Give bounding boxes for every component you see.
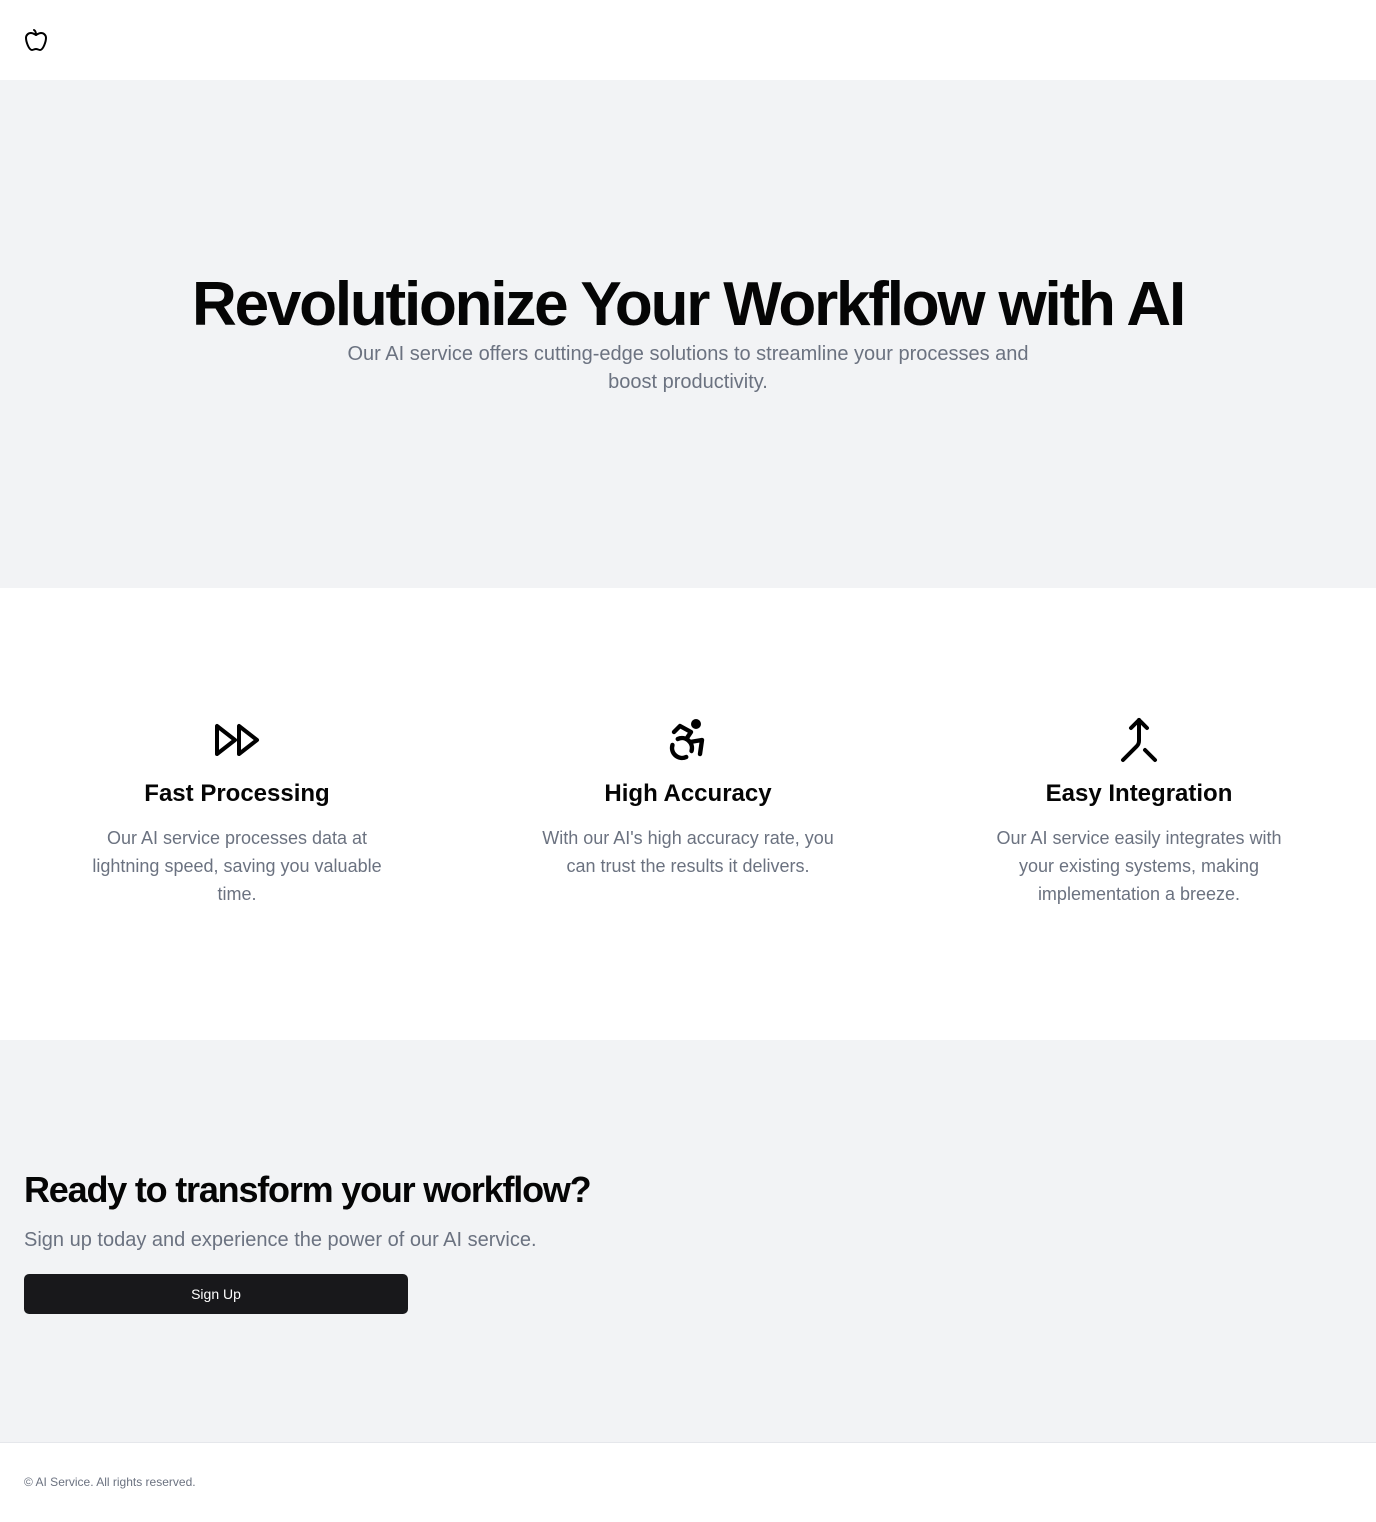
accessibility-icon bbox=[669, 718, 705, 761]
fast-forward-icon bbox=[215, 724, 259, 756]
feature-card-easy-integration: Easy Integration Our AI service easily i… bbox=[979, 716, 1299, 908]
cta-subtitle: Sign up today and experience the power o… bbox=[24, 1229, 537, 1251]
cta-section: Ready to transform your workflow? Sign u… bbox=[0, 1040, 1376, 1442]
hero-section: Revolutionize Your Workflow with AI Our … bbox=[0, 80, 1376, 588]
feature-description: With our AI's high accuracy rate, you ca… bbox=[542, 828, 834, 876]
hero-title: Revolutionize Your Workflow with AI bbox=[192, 270, 1186, 339]
site-footer: © AI Service. All rights reserved. bbox=[0, 1442, 1376, 1522]
cta-title: Ready to transform your workflow? bbox=[24, 1169, 592, 1210]
merge-icon bbox=[1121, 718, 1157, 762]
feature-card-fast-processing: Fast Processing Our AI service processes… bbox=[77, 716, 397, 908]
apple-icon[interactable] bbox=[24, 28, 48, 52]
feature-title: Fast Processing bbox=[144, 780, 330, 807]
feature-title: Easy Integration bbox=[1045, 780, 1233, 807]
features-section: Fast Processing Our AI service processes… bbox=[0, 588, 1376, 1040]
copyright-text: © AI Service. All rights reserved. bbox=[24, 1475, 196, 1489]
sign-up-button[interactable]: Sign Up bbox=[24, 1274, 408, 1314]
site-header bbox=[0, 0, 1376, 80]
feature-description: Our AI service easily integrates with yo… bbox=[996, 828, 1282, 904]
feature-title: High Accuracy bbox=[604, 780, 772, 807]
hero-subtitle: Our AI service offers cutting-edge solut… bbox=[347, 343, 1029, 393]
feature-card-high-accuracy: High Accuracy With our AI's high accurac… bbox=[528, 716, 848, 880]
feature-description: Our AI service processes data at lightni… bbox=[92, 828, 382, 904]
